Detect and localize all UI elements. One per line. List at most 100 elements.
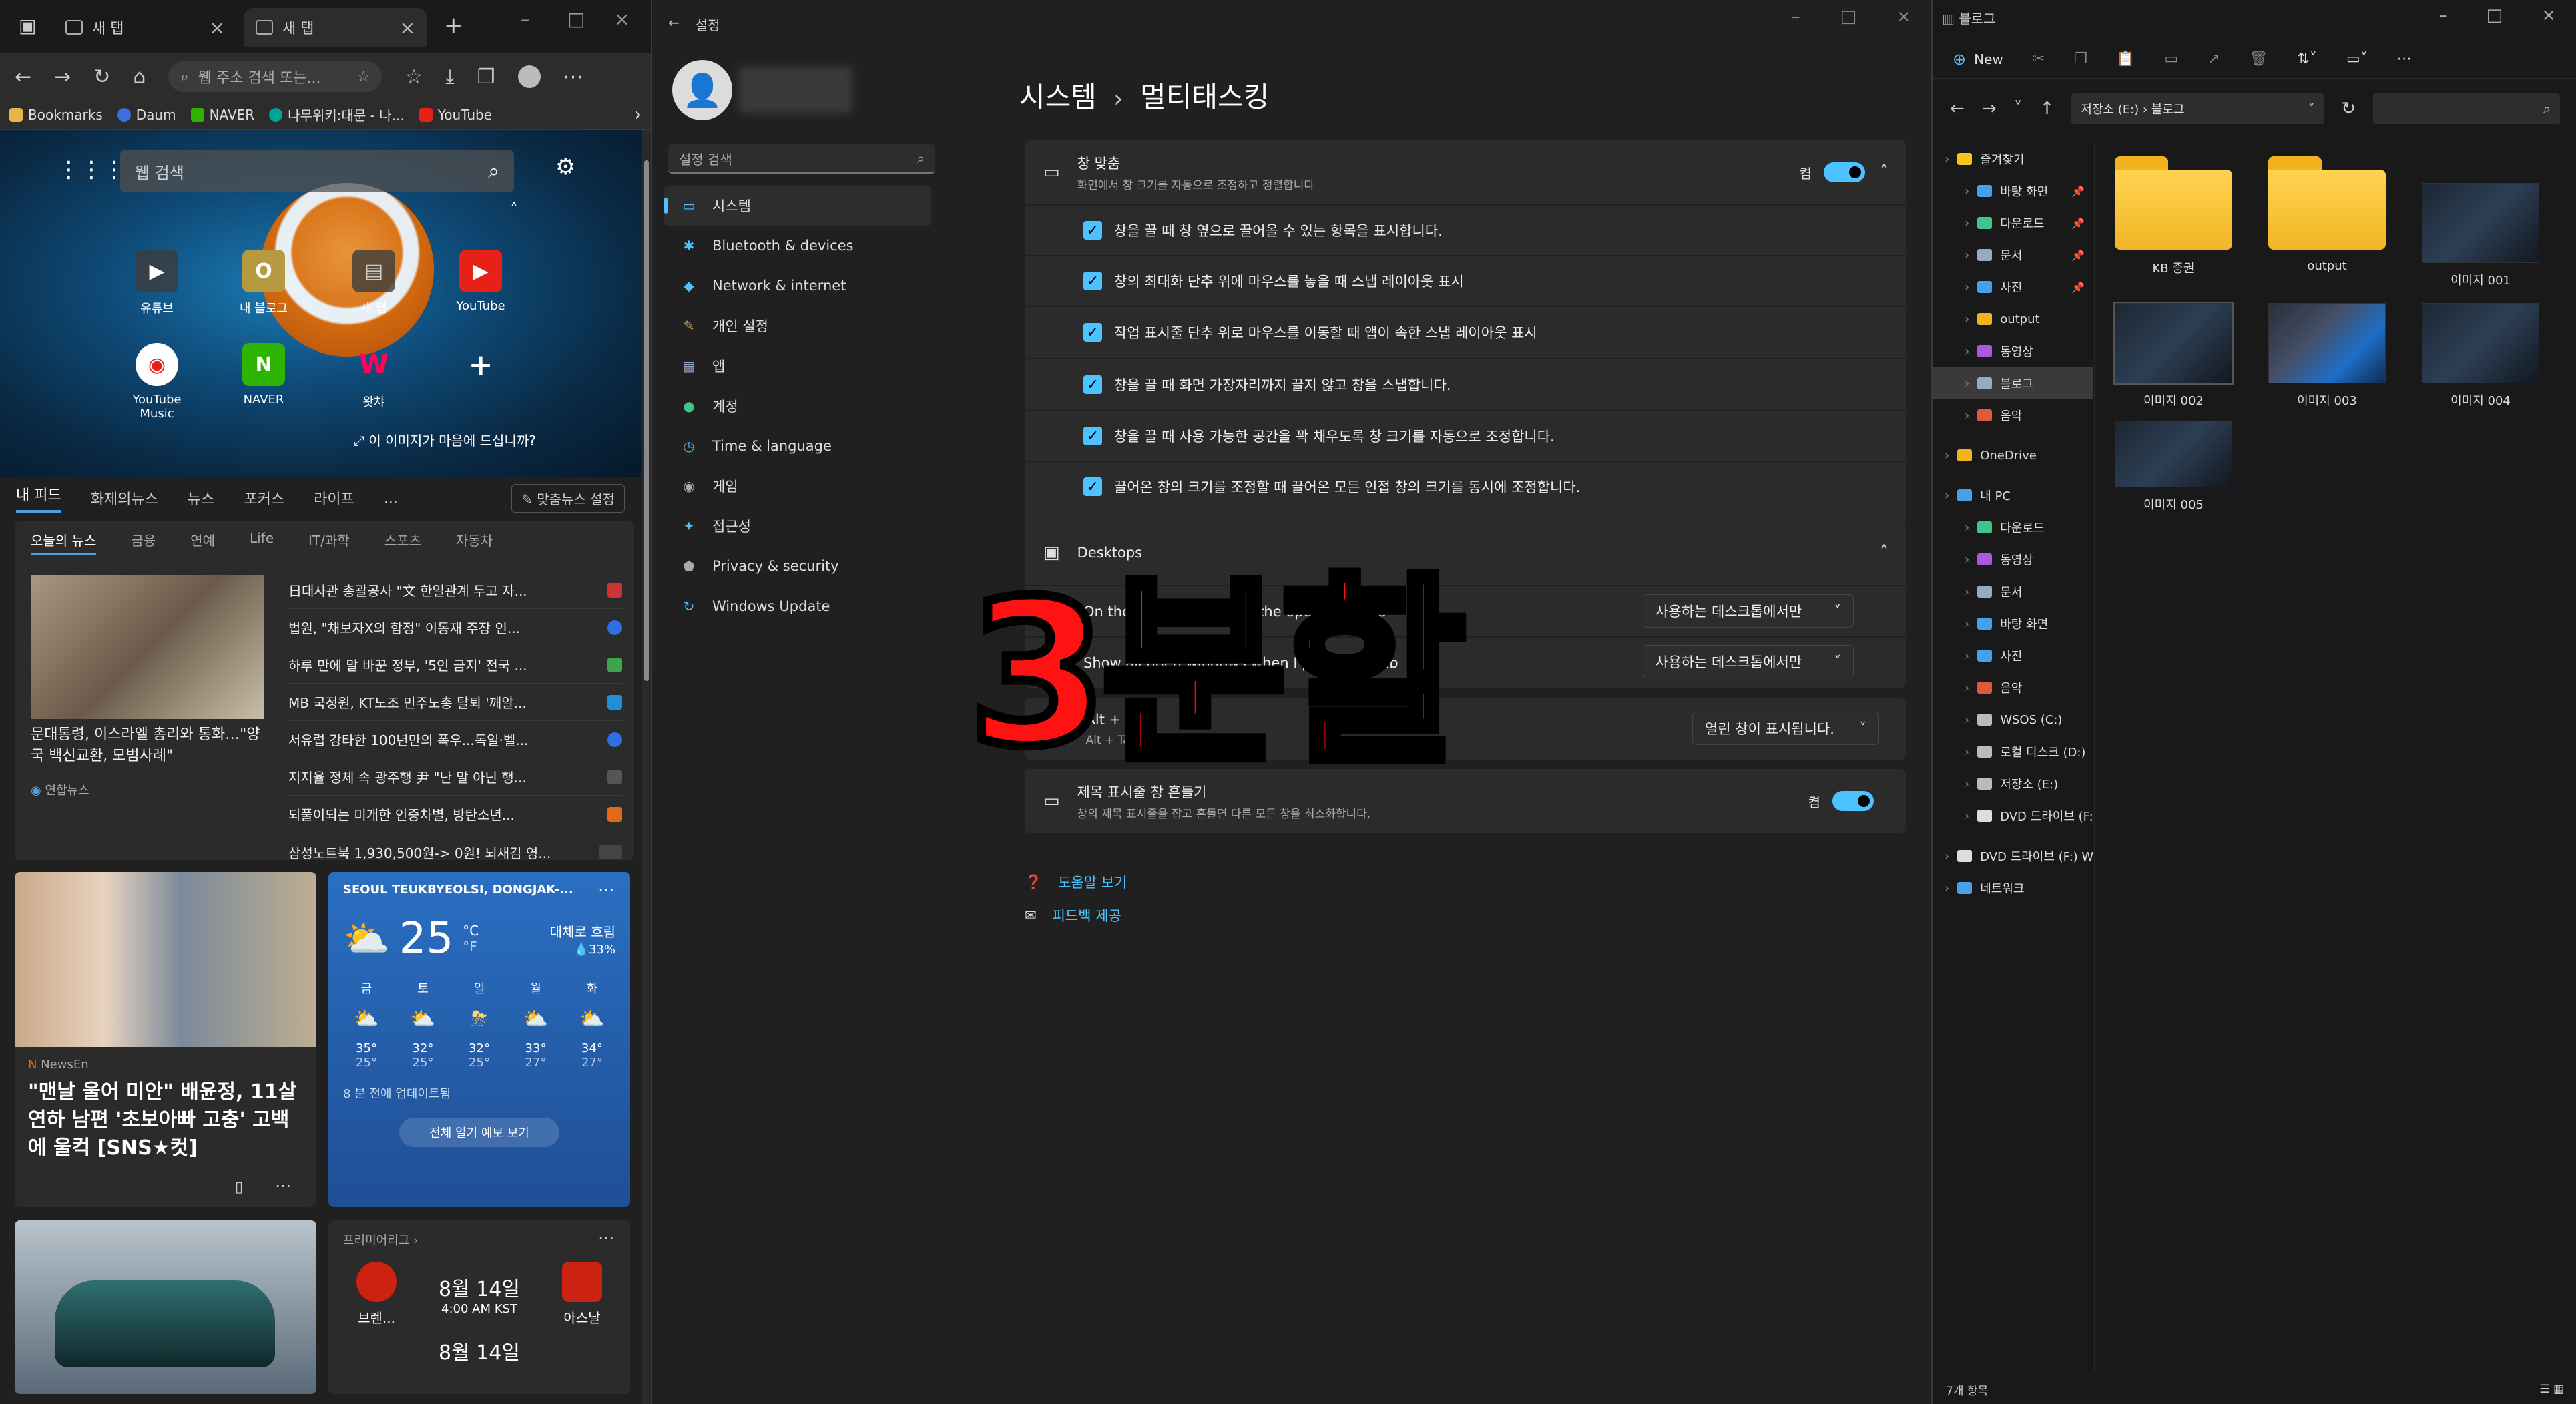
minimize-icon[interactable]: –: [521, 8, 530, 30]
file-item[interactable]: 이미지 001: [2417, 183, 2544, 288]
news-category[interactable]: 금융: [131, 530, 156, 555]
chevron-right-icon[interactable]: ›: [1945, 849, 1949, 863]
unit-f[interactable]: °F: [463, 939, 477, 955]
nav-windows-update[interactable]: ↻ Windows Update: [664, 586, 931, 626]
nav-tree-item[interactable]: › 로컬 디스크 (D:): [1933, 736, 2093, 768]
title-shake-toggle[interactable]: [1832, 791, 1874, 811]
nav-tree-item[interactable]: › DVD 드라이브 (F:) W: [1933, 840, 2093, 872]
soccer-card[interactable]: 프리미어리그 › ⋯ 브렌... 8월 14일 4:00 AM KST 아스날 8…: [328, 1220, 630, 1394]
nav-tree-item[interactable]: › 문서 📌: [1933, 239, 2093, 271]
nav-time-language[interactable]: ◷ Time & language: [664, 426, 931, 466]
quick-link[interactable]: N NAVER: [220, 343, 307, 407]
nav-tree-item[interactable]: › 사진 📌: [1933, 271, 2093, 303]
chevron-right-icon[interactable]: ›: [1965, 521, 1969, 535]
news-category[interactable]: 연예: [190, 530, 215, 555]
file-item[interactable]: 이미지 002: [2110, 294, 2237, 409]
chevron-right-icon[interactable]: ›: [1965, 713, 1969, 727]
quick-link[interactable]: ◉ YouTube Music: [113, 343, 200, 421]
file-item[interactable]: output: [2264, 156, 2390, 273]
view-icon[interactable]: ▭˅: [2346, 51, 2368, 67]
file-item[interactable]: KB 증권: [2110, 156, 2237, 276]
news-category[interactable]: IT/과학: [308, 530, 350, 555]
favorites-icon[interactable]: ☆: [405, 65, 423, 89]
pin-icon[interactable]: 📌: [2071, 281, 2085, 294]
quick-link[interactable]: ▶ 유튜브: [113, 250, 200, 316]
rename-icon[interactable]: ▭: [2164, 51, 2178, 67]
breadcrumb-parent[interactable]: 시스템: [1019, 81, 1097, 113]
refresh-icon[interactable]: ↻: [2341, 99, 2356, 119]
collections-icon[interactable]: ❐: [477, 65, 495, 89]
nav-personalization[interactable]: ✎ 개인 설정: [664, 306, 931, 346]
nav-tree-item[interactable]: › OneDrive: [1933, 439, 2093, 471]
nav-tree-item[interactable]: › 내 PC: [1933, 479, 2093, 511]
more-icon[interactable]: ⋯: [275, 1176, 291, 1195]
nav-tree-item[interactable]: › 동영상: [1933, 335, 2093, 367]
more-icon[interactable]: ⋯: [598, 880, 614, 899]
nav-tree-item[interactable]: › 문서: [1933, 575, 2093, 608]
chevron-right-icon[interactable]: ›: [1965, 312, 1969, 326]
news-item[interactable]: 서유럽 강타한 100년만의 폭우...독일·벨...: [288, 721, 622, 758]
nav-tree-item[interactable]: › 저장소 (E:): [1933, 768, 2093, 800]
news-category[interactable]: 오늘의 뉴스: [31, 530, 97, 555]
news-lead-photo[interactable]: [31, 575, 264, 719]
minimize-icon[interactable]: –: [2439, 5, 2448, 25]
chevron-right-icon[interactable]: ›: [1965, 280, 1969, 294]
nav-tree-item[interactable]: › 음악: [1933, 672, 2093, 704]
chevron-right-icon[interactable]: ›: [1965, 553, 1969, 567]
file-item[interactable]: 이미지 005: [2110, 411, 2237, 513]
celeb-news-card[interactable]: N NewsEn "맨날 울어 미안" 배윤정, 11살 연하 남편 '초보아빠…: [15, 872, 316, 1207]
delete-icon[interactable]: 🗑: [2250, 51, 2268, 67]
nav-gaming[interactable]: ◉ 게임: [664, 466, 931, 506]
feed-tab[interactable]: 뉴스: [188, 487, 214, 509]
chevron-right-icon[interactable]: ›: [1965, 377, 1969, 391]
more-icon[interactable]: ⋯: [563, 65, 583, 89]
bookmark-icon[interactable]: ▯: [235, 1179, 243, 1196]
tab-1[interactable]: 새 탭 ×: [53, 8, 237, 47]
checkbox-checked[interactable]: ✓: [1083, 221, 1102, 240]
web-search-input[interactable]: 웹 검색 ⌕: [120, 150, 514, 192]
bookmark-namuwiki[interactable]: 나무위키:대문 - 나...: [269, 105, 405, 124]
chevron-right-icon[interactable]: ›: [1945, 881, 1949, 895]
pin-icon[interactable]: 📌: [2071, 249, 2085, 262]
close-icon[interactable]: ×: [210, 17, 225, 39]
snap-option[interactable]: ✓ 작업 표시줄 단추 위로 마우스를 이동할 때 앱이 속한 스냅 레이아웃 표…: [1025, 306, 1906, 358]
chevron-right-icon[interactable]: ›: [1965, 809, 1969, 823]
share-icon[interactable]: ↗: [2208, 51, 2220, 67]
chevron-right-icon[interactable]: ›: [1965, 585, 1969, 599]
snap-option[interactable]: ✓ 창의 최대화 단추 위에 마우스를 놓을 때 스냅 레이아웃 표시: [1025, 255, 1906, 306]
chevron-right-icon[interactable]: ›: [1965, 681, 1969, 695]
nav-tree-item[interactable]: › 다운로드 📌: [1933, 207, 2093, 239]
file-item[interactable]: 이미지 004: [2417, 294, 2544, 409]
sort-icon[interactable]: ⇅˅: [2297, 51, 2316, 67]
news-category[interactable]: Life: [250, 530, 274, 555]
forward-icon[interactable]: →: [54, 65, 71, 89]
nav-apps[interactable]: ▦ 앱: [664, 346, 931, 386]
help-link[interactable]: ❓ 도움말 보기: [1025, 865, 1127, 899]
more-icon[interactable]: ⋯: [2397, 51, 2412, 67]
edge-scroll-thumb[interactable]: [644, 160, 649, 681]
image-feedback[interactable]: ⤢ 이 이미지가 마음에 드십니까?: [354, 430, 536, 449]
checkbox-checked[interactable]: ✓: [1083, 375, 1102, 394]
weather-card[interactable]: SEOUL TEUKBYEOLSI, DONGJAK-... ⋯ ⛅ 25 °C…: [328, 872, 630, 1207]
pane-divider[interactable]: [2094, 143, 2095, 1371]
tiles-view-icon[interactable]: ▦: [2553, 1383, 2564, 1396]
details-view-icon[interactable]: ☰: [2539, 1383, 2553, 1396]
copy-icon[interactable]: ❐: [2074, 51, 2087, 67]
chevron-right-icon[interactable]: ›: [1965, 617, 1969, 631]
nav-tree-item[interactable]: › WSOS (C:): [1933, 704, 2093, 736]
quick-link[interactable]: W 왓챠: [330, 343, 417, 410]
more-icon[interactable]: ⋯: [598, 1228, 614, 1247]
news-item[interactable]: 지지율 정체 속 광주행 尹 "난 말 아닌 행...: [288, 758, 622, 796]
soccer-match[interactable]: 브렌... 8월 14일 4:00 AM KST 아스날: [343, 1262, 615, 1327]
full-forecast-button[interactable]: 전체 일기 예보 보기: [399, 1118, 559, 1147]
feed-tab[interactable]: 포커스: [244, 487, 284, 509]
unit-c[interactable]: °C: [463, 923, 479, 939]
nav-tree-item[interactable]: › 블로그: [1933, 367, 2093, 399]
chevron-down-icon[interactable]: ˅: [2014, 99, 2023, 119]
nav-tree-item[interactable]: › output: [1933, 303, 2093, 335]
nav-tree-item[interactable]: › 동영상: [1933, 543, 2093, 575]
paste-icon[interactable]: 📋: [2117, 51, 2135, 67]
car-news-card[interactable]: [15, 1220, 316, 1394]
quick-link[interactable]: O 내 블로그: [220, 250, 307, 316]
news-item[interactable]: 하루 만에 말 바꾼 정부, '5인 금지' 전국 ...: [288, 646, 622, 684]
